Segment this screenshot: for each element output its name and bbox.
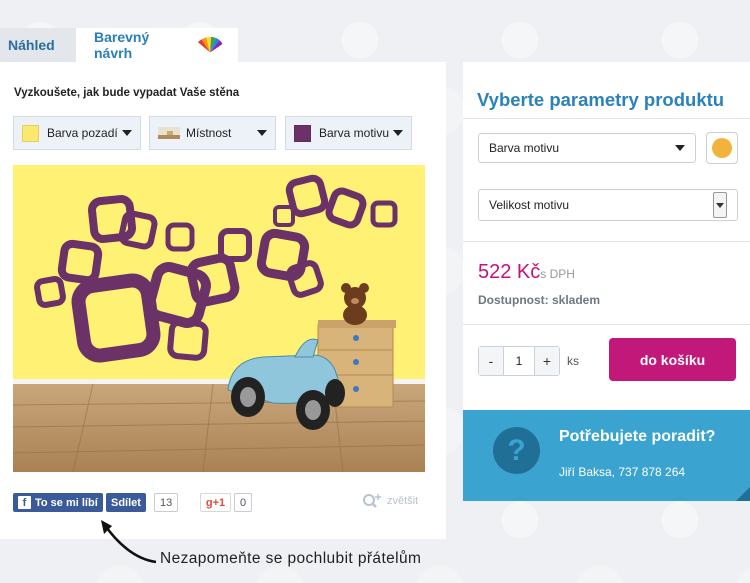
tab-bar: Náhled Barevný návrh — [0, 28, 238, 62]
tab-color-design-label: Barevný návrh — [94, 29, 150, 61]
chevron-down-icon — [393, 130, 403, 136]
tab-preview[interactable]: Náhled — [0, 28, 76, 62]
question-icon: ? — [493, 427, 540, 474]
motif-size-select-label: Velikost motivu — [489, 198, 570, 212]
color-design-panel: Vyzkoušete, jak bude vypadat Vaše stěna … — [0, 62, 446, 539]
room-label: Místnost — [186, 126, 232, 140]
background-color-dropdown[interactable]: Barva pozadí — [13, 116, 141, 150]
motif-color-preview[interactable] — [706, 132, 738, 164]
quantity-input[interactable]: 1 — [503, 347, 535, 375]
facebook-icon: f — [18, 496, 31, 509]
motif-color-dropdown[interactable]: Barva motivu — [285, 116, 412, 150]
quantity-increase-button[interactable]: + — [535, 347, 559, 375]
help-contact: Jiří Baksa, 737 878 264 — [559, 465, 686, 479]
room-dropdown[interactable]: Místnost — [149, 116, 276, 150]
share-reminder-text: Nezapomeňte se pochlubit přátelům — [160, 550, 422, 567]
parameters-title: Vyberte parametry produktu — [477, 89, 725, 110]
chevron-down-icon — [257, 130, 267, 136]
zoom-label: zvětšit — [387, 495, 419, 507]
facebook-share-button[interactable]: Sdílet — [106, 493, 146, 512]
quantity-decrease-button[interactable]: - — [479, 347, 503, 375]
quantity-stepper: - 1 + — [478, 346, 560, 376]
divider — [463, 118, 750, 119]
product-parameters-panel: Vyberte parametry produktu Barva motivu … — [463, 62, 750, 410]
quantity-unit: ks — [567, 354, 579, 368]
zoom-in-icon — [363, 494, 381, 508]
room-thumbnail-icon — [158, 127, 180, 139]
tab-color-design[interactable]: Barevný návrh — [76, 28, 238, 62]
zoom-button[interactable]: zvětšit — [361, 492, 418, 510]
motif-color-select[interactable]: Barva motivu — [478, 133, 696, 163]
availability-text: Dostupnost: skladem — [478, 293, 601, 307]
chevron-down-icon — [122, 130, 132, 136]
product-price: 522 Kčs DPH — [478, 261, 575, 284]
wall-preview-image — [13, 165, 425, 472]
share-count: 13 — [154, 493, 179, 512]
help-question: Potřebujete poradit? — [559, 428, 716, 445]
background-color-label: Barva pozadí — [47, 126, 118, 140]
facebook-like-label: To se mi líbí — [35, 496, 98, 509]
price-value: 522 Kč — [478, 261, 541, 283]
google-plus-button[interactable]: g+1 — [200, 493, 231, 512]
motif-color-dot — [712, 138, 732, 158]
pointer-arrow-icon — [101, 520, 157, 564]
facebook-like-button[interactable]: f To se mi líbí — [13, 493, 103, 512]
help-corner-decoration — [736, 487, 750, 501]
divider — [463, 241, 750, 242]
price-vat-suffix: s DPH — [540, 267, 575, 281]
add-to-cart-button[interactable]: do košíku — [609, 338, 736, 381]
google-plus-count: 0 — [234, 493, 253, 512]
motif-size-select[interactable]: Velikost motivu — [478, 189, 738, 221]
chevron-down-icon — [675, 145, 685, 151]
motif-color-select-label: Barva motivu — [489, 141, 560, 155]
color-fan-icon — [197, 36, 223, 53]
chevron-down-icon — [713, 192, 727, 218]
help-box[interactable]: ? Potřebujete poradit? Jiří Baksa, 737 8… — [463, 410, 750, 501]
motif-color-label: Barva motivu — [319, 126, 390, 140]
panel-title: Vyzkoušete, jak bude vypadat Vaše stěna — [14, 87, 240, 99]
divider — [463, 324, 750, 325]
motif-color-swatch — [294, 124, 311, 142]
background-color-swatch — [22, 124, 39, 142]
